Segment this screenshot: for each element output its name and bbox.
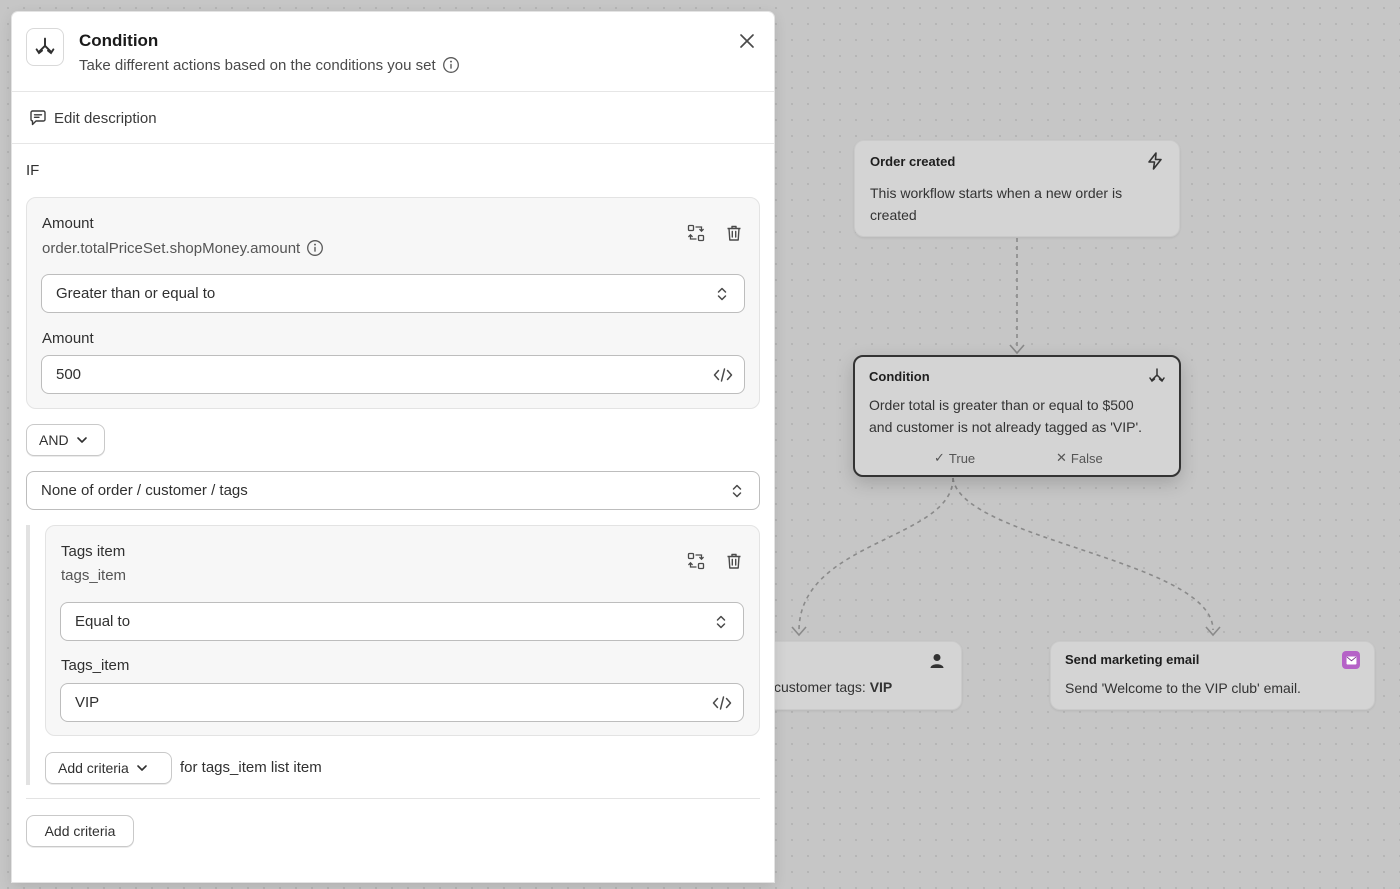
value-label: Amount bbox=[42, 330, 94, 347]
condition-card-tags-item: Tags item tags_item Equal to Tags_item V… bbox=[45, 525, 760, 736]
swap-icon bbox=[687, 552, 705, 570]
chevron-down-icon bbox=[76, 437, 87, 443]
condition-node-title: Condition bbox=[869, 369, 930, 384]
delete-condition-button[interactable] bbox=[723, 550, 745, 572]
person-icon bbox=[930, 654, 944, 668]
select-chevron-icon bbox=[717, 287, 727, 301]
close-icon[interactable] bbox=[736, 30, 758, 52]
branch-icon bbox=[1149, 368, 1165, 383]
condition-icon-box bbox=[26, 28, 64, 66]
condition-field-title: Tags item bbox=[61, 543, 126, 560]
send-email-node-title: Send marketing email bbox=[1065, 652, 1200, 667]
add-criteria-button[interactable]: Add criteria bbox=[26, 815, 134, 847]
condition-node[interactable]: Condition Order total is greater than or… bbox=[853, 355, 1181, 477]
send-email-node-description: Send 'Welcome to the VIP club' email. bbox=[1065, 680, 1301, 696]
logic-operator-button[interactable]: AND bbox=[26, 424, 105, 456]
add-criteria-inner-button[interactable]: Add criteria bbox=[45, 752, 172, 784]
amount-value-input[interactable]: 500 bbox=[41, 355, 745, 394]
info-icon[interactable] bbox=[442, 56, 460, 74]
x-icon: ✕ bbox=[1056, 450, 1067, 465]
edge-true-branch bbox=[798, 477, 954, 631]
condition-card-actions bbox=[685, 222, 745, 244]
condition-node-description: Order total is greater than or equal to … bbox=[869, 397, 1143, 435]
add-customer-tags-text: customer tags: VIP bbox=[774, 679, 893, 695]
operator-select[interactable]: Equal to bbox=[60, 602, 744, 641]
swap-condition-button[interactable] bbox=[685, 550, 707, 572]
trigger-node[interactable]: Order created This workflow starts when … bbox=[854, 140, 1180, 237]
info-icon[interactable] bbox=[306, 239, 324, 257]
panel-header: Condition Take different actions based o… bbox=[12, 12, 774, 92]
list-item-scope-text: for tags_item list item bbox=[180, 759, 322, 776]
if-label: IF bbox=[26, 162, 40, 179]
value-label: Tags_item bbox=[61, 657, 130, 674]
trigger-node-description: This workflow starts when a new order is… bbox=[870, 185, 1123, 223]
list-quantifier-select[interactable]: None of order / customer / tags bbox=[26, 471, 760, 510]
comment-edit-icon bbox=[30, 110, 46, 126]
send-email-node[interactable]: Send marketing email Send 'Welcome to th… bbox=[1050, 641, 1375, 710]
true-branch-label[interactable]: ✓ True bbox=[934, 450, 975, 466]
code-icon[interactable] bbox=[711, 693, 733, 713]
edge-false-branch bbox=[952, 477, 1214, 631]
condition-card-amount: Amount order.totalPriceSet.shopMoney.amo… bbox=[26, 197, 760, 409]
condition-card-actions bbox=[685, 550, 745, 572]
select-chevron-icon bbox=[732, 484, 742, 498]
delete-condition-button[interactable] bbox=[723, 222, 745, 244]
edit-description-button[interactable]: Edit description bbox=[28, 108, 157, 128]
branch-icon bbox=[35, 37, 55, 55]
chevron-down-icon bbox=[137, 765, 147, 771]
condition-field-path: tags_item bbox=[61, 567, 127, 584]
panel-subtitle: Take different actions based on the cond… bbox=[79, 56, 460, 74]
trash-icon bbox=[727, 225, 741, 241]
condition-field-title: Amount bbox=[42, 215, 94, 232]
operator-select[interactable]: Greater than or equal to bbox=[41, 274, 745, 313]
edit-description-row: Edit description bbox=[12, 92, 774, 144]
trash-icon bbox=[727, 553, 741, 569]
select-chevron-icon bbox=[716, 615, 726, 629]
condition-panel: Condition Take different actions based o… bbox=[12, 12, 774, 882]
email-icon bbox=[1342, 651, 1360, 669]
tags-item-value-input[interactable]: VIP bbox=[60, 683, 744, 722]
nested-group-rule bbox=[26, 525, 30, 785]
swap-condition-button[interactable] bbox=[685, 222, 707, 244]
panel-title: Condition bbox=[79, 31, 159, 50]
swap-icon bbox=[687, 224, 705, 242]
lightning-icon bbox=[1148, 152, 1162, 170]
condition-field-path: order.totalPriceSet.shopMoney.amount bbox=[42, 239, 324, 257]
false-branch-label[interactable]: ✕ False bbox=[1056, 450, 1103, 466]
section-divider bbox=[26, 798, 760, 799]
code-icon[interactable] bbox=[712, 365, 734, 385]
check-icon: ✓ bbox=[934, 450, 945, 465]
trigger-node-title: Order created bbox=[870, 154, 956, 169]
